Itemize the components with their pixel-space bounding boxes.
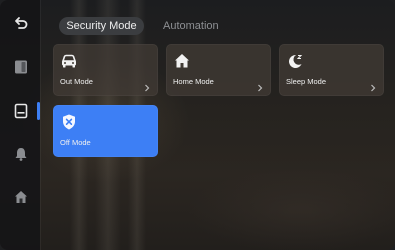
home-icon[interactable] bbox=[10, 186, 32, 208]
tab-automation[interactable]: Automation bbox=[163, 17, 219, 35]
tablet-icon[interactable] bbox=[10, 100, 32, 122]
shield-off-icon bbox=[60, 113, 78, 131]
chevron-right-icon bbox=[370, 79, 376, 92]
off-mode-label: Off Mode bbox=[60, 138, 91, 147]
chevron-right-icon bbox=[144, 79, 150, 92]
bell-icon[interactable] bbox=[10, 143, 32, 165]
car-icon bbox=[60, 52, 78, 70]
sleep-mode-label: Sleep Mode bbox=[286, 77, 327, 86]
back-arrow-icon[interactable] bbox=[10, 12, 32, 34]
sleep-mode-card[interactable]: Sleep Mode bbox=[279, 44, 384, 96]
chevron-right-icon bbox=[257, 79, 263, 92]
tab-security-mode[interactable]: Security Mode bbox=[59, 17, 144, 35]
out-mode-label: Out Mode bbox=[60, 77, 93, 86]
home-mode-label: Home Mode bbox=[173, 77, 214, 86]
sidebar bbox=[0, 0, 40, 250]
house-icon bbox=[173, 52, 191, 70]
moon-icon bbox=[286, 52, 304, 70]
home-mode-card[interactable]: Home Mode bbox=[166, 44, 271, 96]
off-mode-card[interactable]: Off Mode bbox=[53, 105, 158, 157]
out-mode-card[interactable]: Out Mode bbox=[53, 44, 158, 96]
app-screen: Security Mode Automation Out Mode Home M… bbox=[0, 0, 395, 250]
sidebar-divider bbox=[40, 0, 41, 250]
door-panel-icon[interactable] bbox=[10, 56, 32, 78]
